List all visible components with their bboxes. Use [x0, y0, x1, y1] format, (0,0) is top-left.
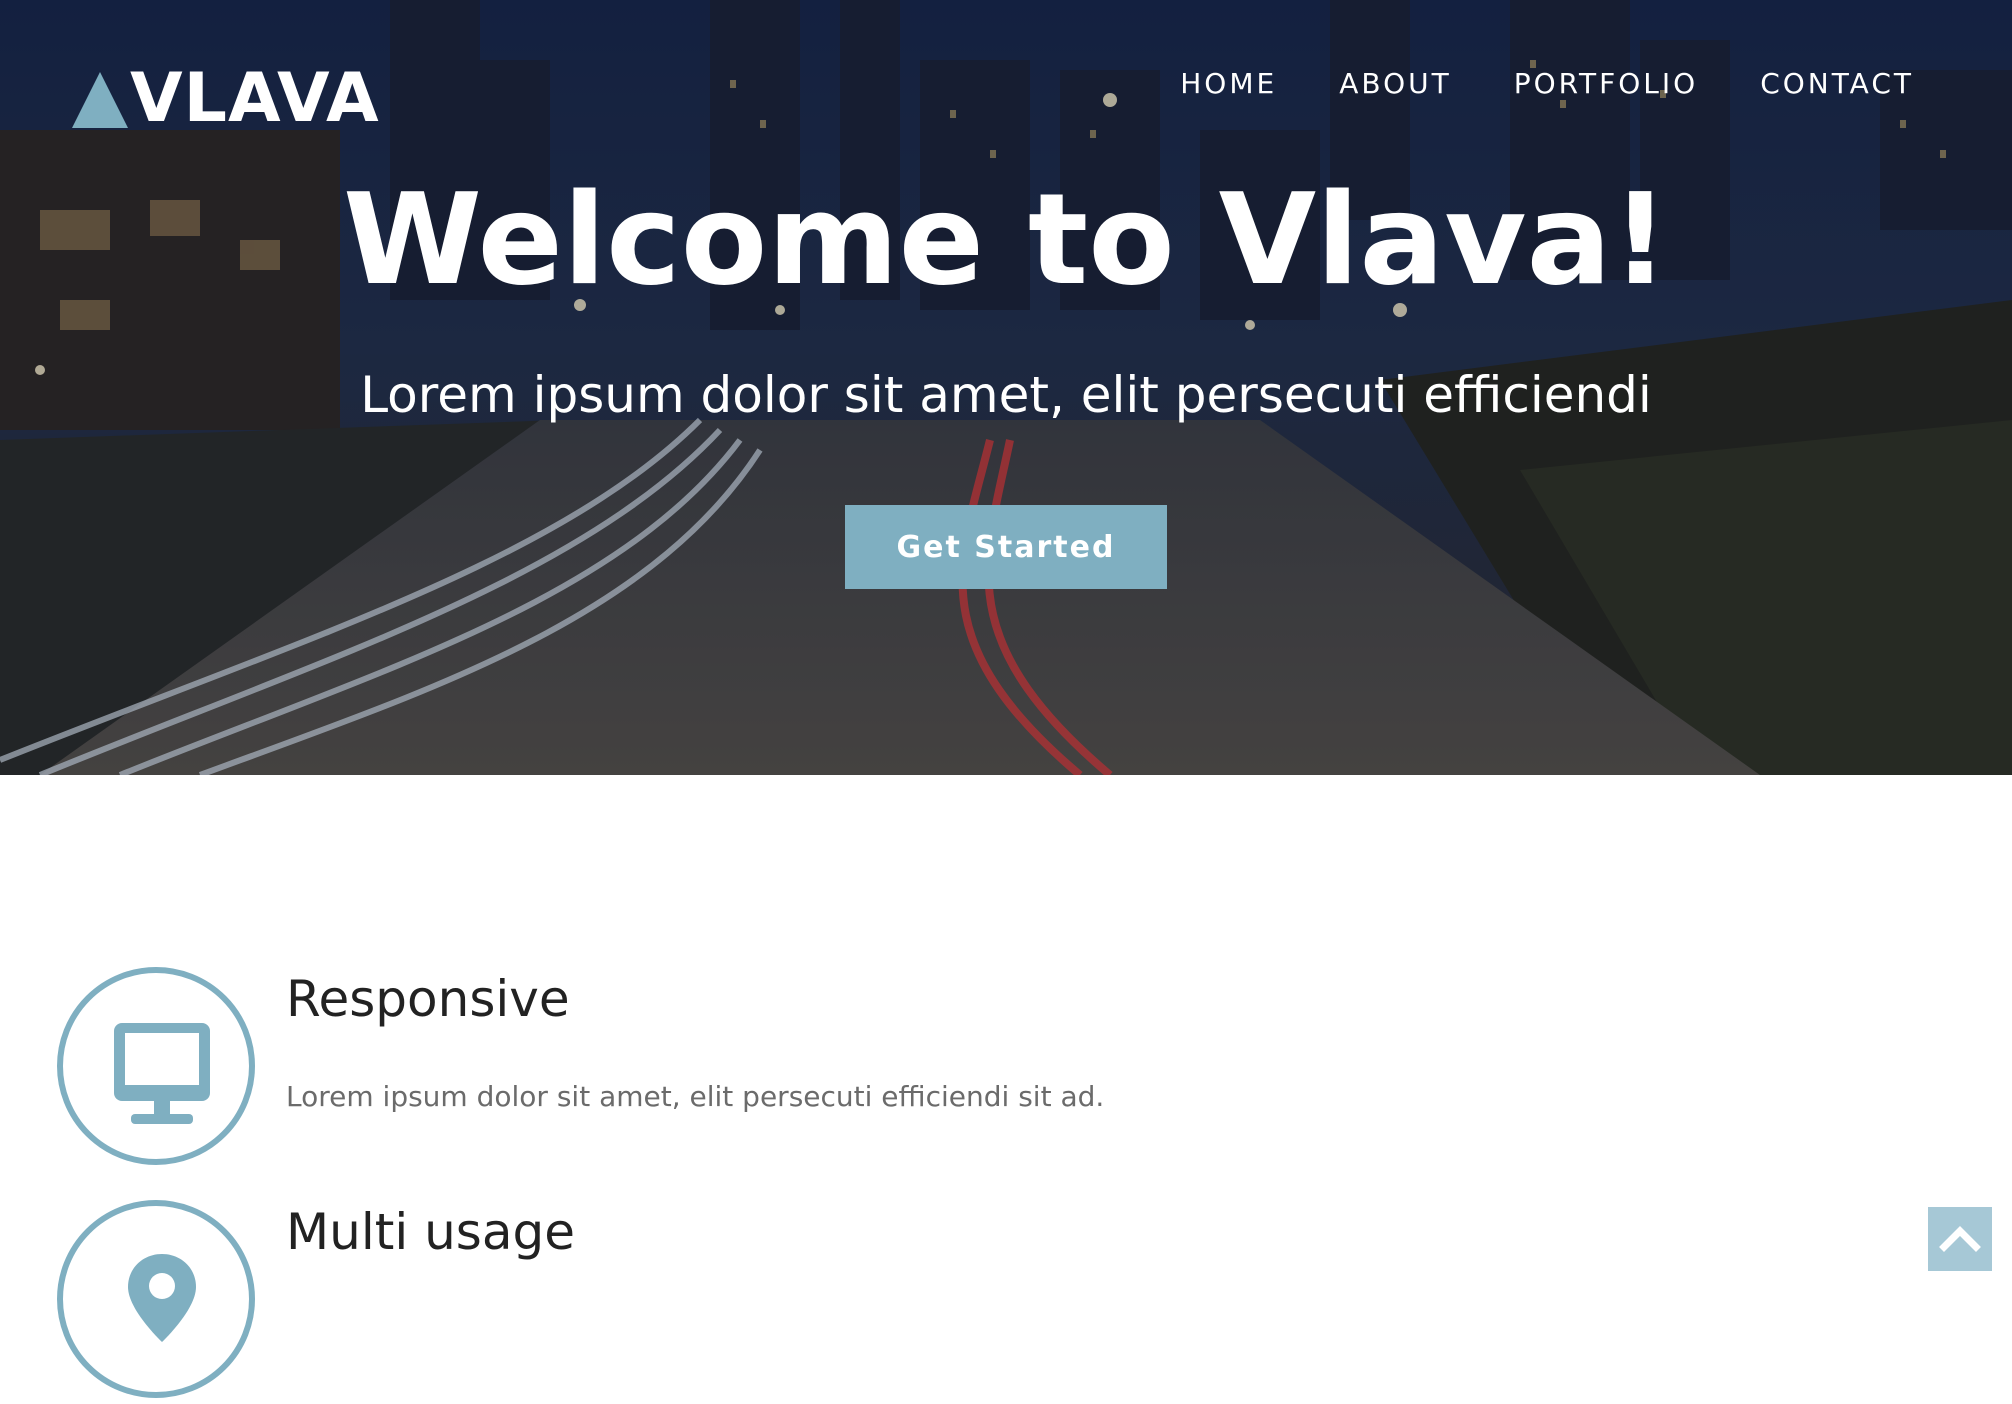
logo-triangle-icon [72, 72, 128, 128]
monitor-icon [114, 1023, 210, 1124]
feature-icon-circle [57, 1200, 255, 1398]
main-nav: HOME ABOUT PORTFOLIO CONTACT [1118, 62, 1914, 106]
feature-icon-circle [57, 967, 255, 1165]
hero-section: VLAVA HOME ABOUT PORTFOLIO CONTACT Welco… [0, 0, 2012, 775]
logo[interactable]: VLAVA [72, 59, 380, 138]
hero-title: Welcome to Vlava! [342, 166, 1669, 313]
get-started-button[interactable]: Get Started [845, 505, 1167, 589]
feature-responsive: Responsive Lorem ipsum dolor sit amet, e… [57, 967, 1957, 1167]
nav-item-portfolio[interactable]: PORTFOLIO [1514, 62, 1699, 106]
nav-item-contact[interactable]: CONTACT [1760, 62, 1914, 106]
hero-subtitle: Lorem ipsum dolor sit amet, elit persecu… [360, 366, 1652, 424]
back-to-top-button[interactable] [1928, 1207, 1992, 1271]
nav-item-about[interactable]: ABOUT [1339, 62, 1452, 106]
feature-title: Multi usage [286, 1203, 575, 1261]
feature-multi-usage: Multi usage [57, 1200, 1957, 1400]
nav-item-home[interactable]: HOME [1180, 62, 1277, 106]
location-pin-icon [128, 1254, 196, 1342]
logo-text: VLAVA [130, 59, 380, 138]
feature-title: Responsive [286, 970, 570, 1028]
chevron-up-icon [1939, 1226, 1981, 1252]
feature-text: Lorem ipsum dolor sit amet, elit persecu… [286, 1080, 1105, 1113]
